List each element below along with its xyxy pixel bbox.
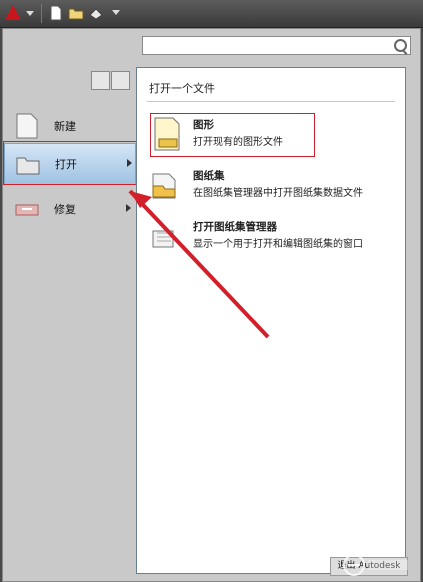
recent-documents-button[interactable]: [91, 71, 110, 90]
entry-sheet-set-desc: 在图纸集管理器中打开图纸集数据文件: [193, 188, 363, 199]
sheet-set-icon: [152, 173, 176, 199]
menu-item-repair[interactable]: 修复: [4, 189, 134, 229]
divider: [147, 101, 395, 102]
entry-sheet-set-manager-title: 打开图纸集管理器: [193, 221, 277, 233]
open-folder-icon[interactable]: [68, 5, 84, 21]
toolbar-separator: [41, 4, 42, 23]
entry-sheet-set-manager[interactable]: 打开图纸集管理器 显示一个用于打开和编辑图纸集的窗口: [141, 213, 401, 263]
search-input[interactable]: [142, 36, 411, 55]
repair-icon: [15, 204, 39, 216]
save-icon[interactable]: [88, 5, 104, 21]
sheet-set-manager-icon: [152, 230, 174, 248]
application-menu-button[interactable]: [2, 2, 40, 24]
highlight-open: [3, 141, 139, 185]
entry-sheet-set-manager-desc: 显示一个用于打开和编辑图纸集的窗口: [193, 239, 363, 250]
menu-item-new-label: 新建: [54, 120, 76, 133]
application-menu: 新建 打开 修复 打开一个文件 图形 打开现有的图形文件 图纸集 在图纸集管理器…: [2, 28, 421, 582]
new-document-icon: [16, 113, 38, 139]
open-submenu-panel: 打开一个文件 图形 打开现有的图形文件 图纸集 在图纸集管理器中打开图纸集数据文…: [136, 67, 406, 574]
menu-item-repair-label: 修复: [54, 203, 76, 216]
open-documents-button[interactable]: [111, 71, 130, 90]
highlight-drawing: [150, 113, 315, 157]
watermark-icon: [343, 554, 408, 576]
chevron-down-icon: [26, 11, 34, 16]
menu-item-new[interactable]: 新建: [4, 106, 134, 146]
panel-title: 打开一个文件: [149, 82, 215, 95]
search-icon[interactable]: [394, 39, 407, 52]
entry-sheet-set-title: 图纸集: [193, 170, 225, 182]
quick-access-toolbar: [0, 0, 423, 28]
entry-sheet-set[interactable]: 图纸集 在图纸集管理器中打开图纸集数据文件: [141, 162, 401, 212]
toolbar-overflow-icon[interactable]: [112, 10, 120, 15]
new-document-icon[interactable]: [48, 5, 64, 21]
autocad-logo-icon: [5, 5, 21, 20]
chevron-right-icon: [126, 204, 131, 212]
